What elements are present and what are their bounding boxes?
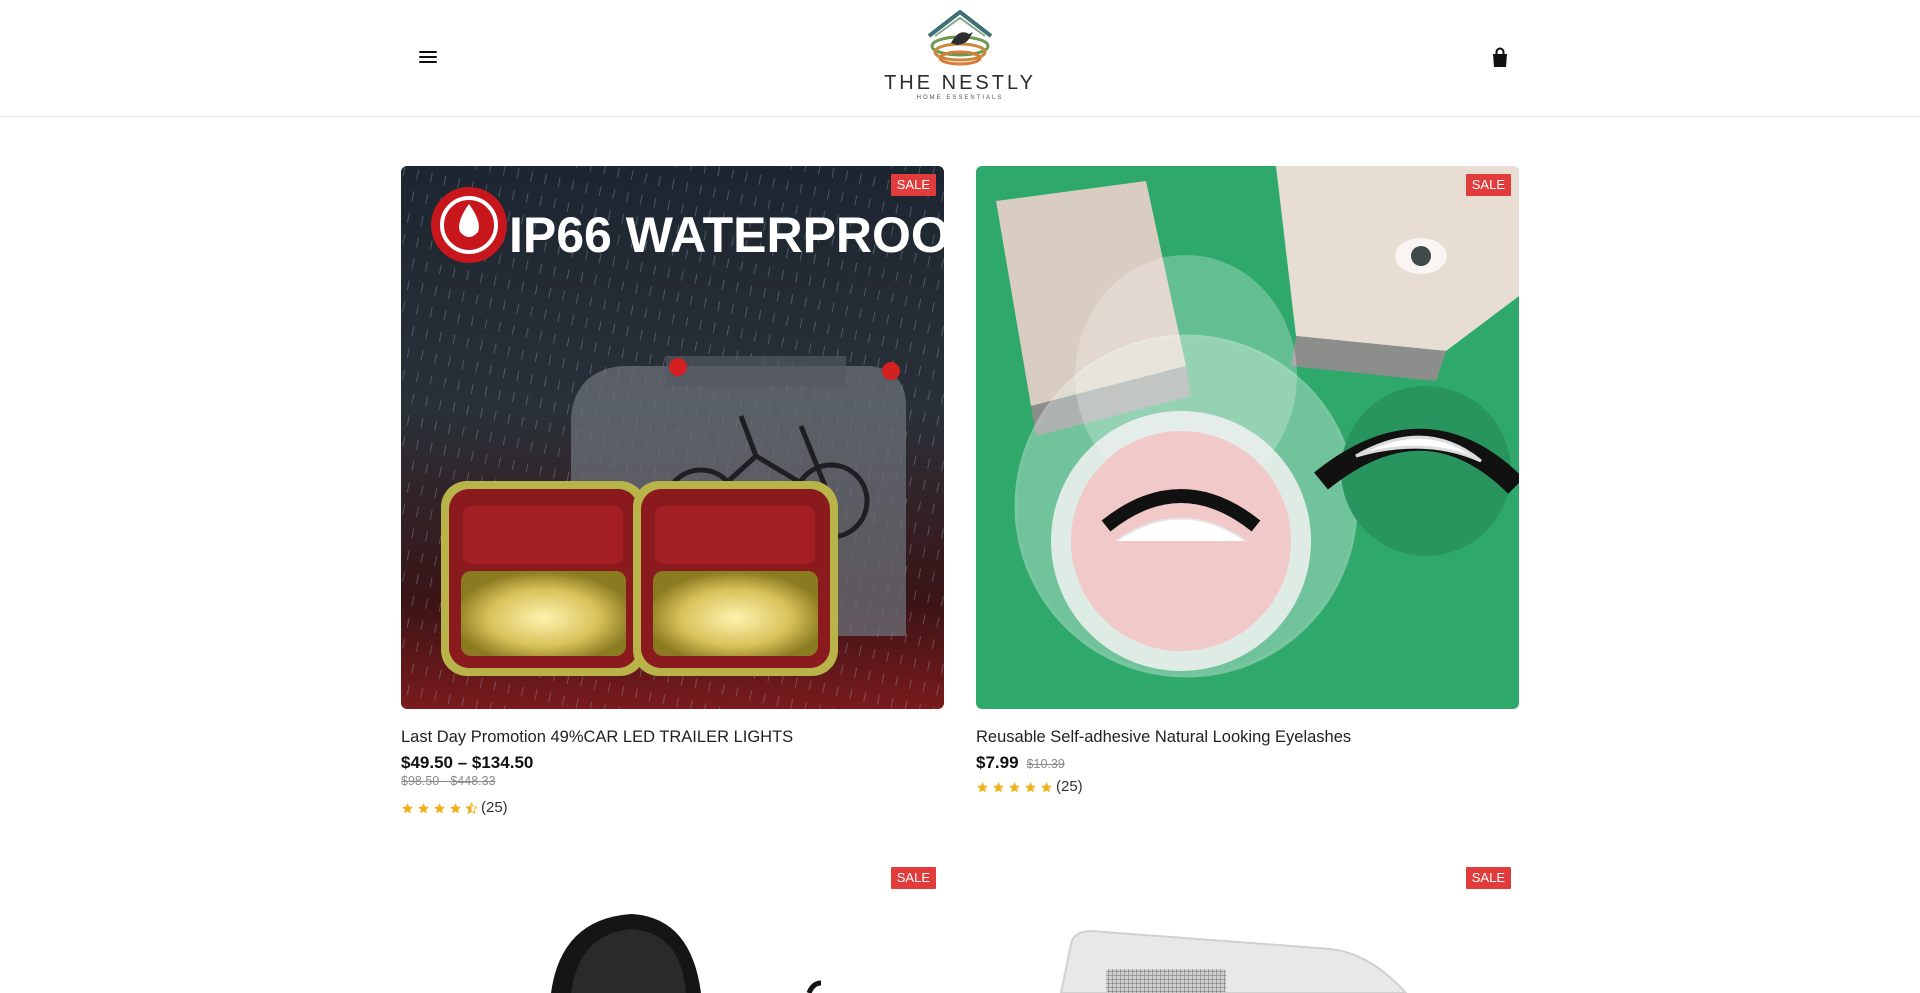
product-price: $7.99 [976, 753, 1019, 772]
star-icon [1025, 781, 1036, 792]
product-card[interactable]: SALE [401, 859, 944, 993]
product-title[interactable]: Last Day Promotion 49%CAR LED TRAILER LI… [401, 727, 944, 747]
product-image[interactable]: SALE [976, 859, 1519, 993]
star-icon [1009, 781, 1020, 792]
menu-line [419, 56, 437, 58]
menu-line [419, 61, 437, 63]
compare-price: $10.39 [1026, 757, 1065, 771]
sale-badge: SALE [890, 867, 936, 889]
compare-price: $98.50 - $448.33 [401, 774, 496, 788]
star-icon [993, 781, 1004, 792]
brand-name: THE NESTLY [884, 72, 1036, 94]
product-card[interactable]: IP66 WATERPROOF SALE Last Day Promotion … [401, 166, 944, 817]
star-icon [418, 802, 429, 813]
star-icon [434, 802, 445, 813]
star-icon [402, 802, 413, 813]
brand-logo[interactable]: THE NESTLY HOME ESSENTIALS [880, 6, 1040, 110]
star-icon [1041, 781, 1052, 792]
product-title[interactable]: Reusable Self-adhesive Natural Looking E… [976, 727, 1519, 747]
nest-logo-icon [927, 10, 993, 66]
half-star-icon [465, 801, 478, 814]
product-image[interactable]: SALE [976, 166, 1519, 709]
review-count: (25) [481, 799, 508, 816]
star-icon [450, 802, 461, 813]
image-headline-text: IP66 WATERPROOF [509, 207, 944, 263]
site-header: THE NESTLY HOME ESSENTIALS [0, 0, 1920, 117]
product-image[interactable]: IP66 WATERPROOF SALE [401, 166, 944, 709]
product-image[interactable]: SALE [401, 859, 944, 993]
shopping-bag-icon[interactable] [1488, 46, 1512, 70]
product-card[interactable]: SALE Reusable Self-adhesive Natural Look… [976, 166, 1519, 796]
review-count: (25) [1056, 778, 1083, 795]
product-card[interactable]: SALE [976, 859, 1519, 993]
sale-badge: SALE [890, 174, 936, 196]
product-rating: (25) [401, 799, 944, 817]
sale-badge: SALE [1465, 867, 1511, 889]
hamburger-menu-icon[interactable] [416, 46, 440, 70]
star-icon [977, 781, 988, 792]
menu-line [419, 51, 437, 53]
brand-tagline: HOME ESSENTIALS [916, 95, 1004, 101]
product-price: $49.50 – $134.50 [401, 753, 534, 772]
sale-badge: SALE [1465, 174, 1511, 196]
product-rating: (25) [976, 778, 1519, 796]
